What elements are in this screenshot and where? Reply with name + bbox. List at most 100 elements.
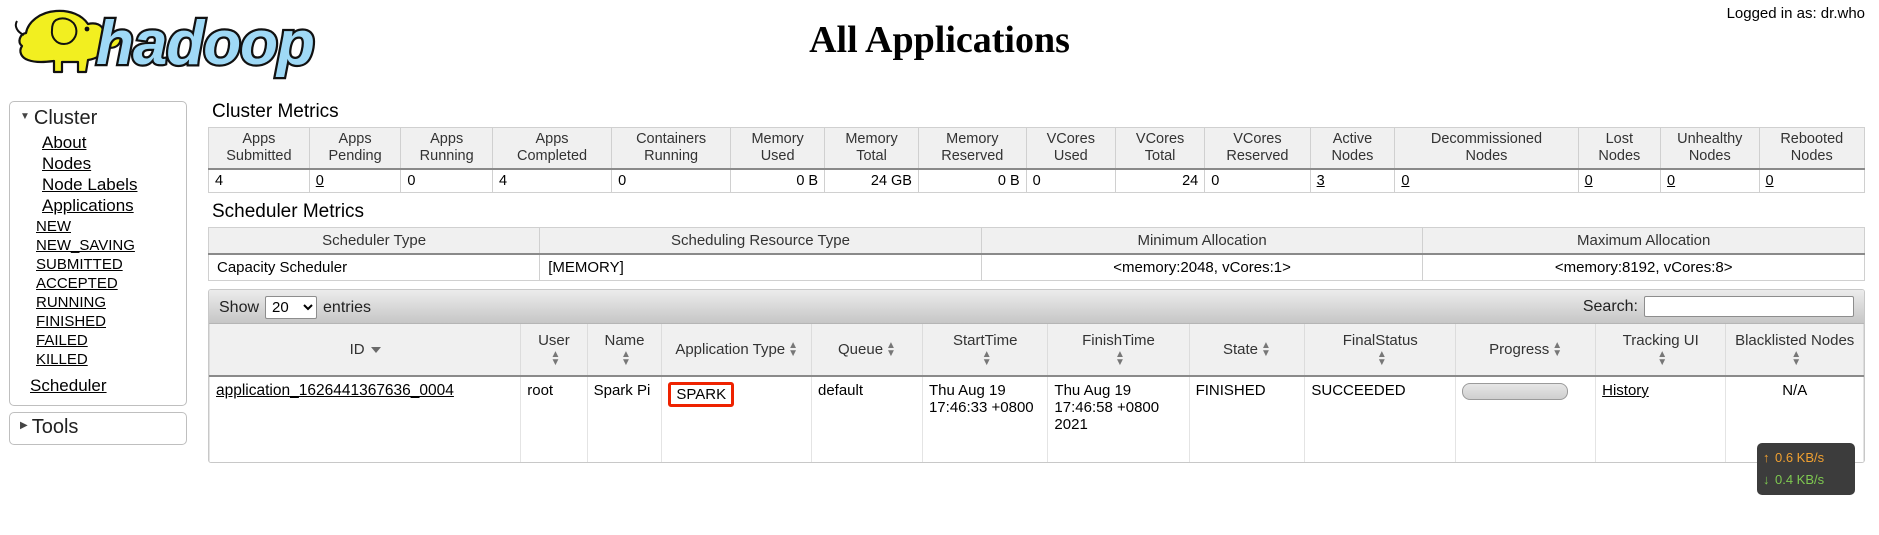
chevron-down-icon[interactable]: ▼ xyxy=(20,111,30,122)
col-lost-nodes[interactable]: Lost Nodes xyxy=(1577,127,1662,170)
sidebar-link-scheduler[interactable]: Scheduler xyxy=(30,376,107,395)
sort-both-icon[interactable]: ▲ ▼ xyxy=(1261,341,1271,359)
applications-table: ID User ▲ ▼ Name ▲ ▼ Application Type ▲ ▼ Queu xyxy=(209,324,1864,462)
sidebar-tools-header[interactable]: ▶ Tools xyxy=(10,415,186,442)
th-blacklisted-nodes[interactable]: Blacklisted Nodes ▲ ▼ xyxy=(1725,324,1864,377)
sort-both-icon[interactable]: ▲ ▼ xyxy=(1377,349,1387,367)
chevron-right-icon[interactable]: ▶ xyxy=(20,420,28,431)
sidebar-link-node-labels[interactable]: Node Labels xyxy=(42,175,137,194)
val-unhealthy-nodes[interactable]: 0 xyxy=(1660,168,1760,193)
sidebar-link-failed[interactable]: FAILED xyxy=(36,332,88,349)
col-containers-running[interactable]: Containers Running xyxy=(611,127,732,170)
search-input[interactable] xyxy=(1644,296,1854,317)
sidebar-item-node-labels[interactable]: Node Labels xyxy=(42,175,186,196)
sidebar-item-new-saving[interactable]: NEW_SAVING xyxy=(36,236,186,255)
sidebar-item-applications[interactable]: Applications xyxy=(42,196,186,217)
col-l2: Total xyxy=(1144,148,1176,164)
val-apps-submitted: 4 xyxy=(208,168,310,193)
col-memory-total[interactable]: Memory Total xyxy=(824,127,919,170)
sidebar-link-submitted[interactable]: SUBMITTED xyxy=(36,256,123,273)
th-progress[interactable]: Progress ▲ ▼ xyxy=(1455,324,1597,377)
val-lost-nodes[interactable]: 0 xyxy=(1577,168,1662,193)
th-id[interactable]: ID xyxy=(209,324,522,377)
sidebar-link-applications[interactable]: Applications xyxy=(42,196,134,215)
sidebar-item-scheduler[interactable]: Scheduler xyxy=(30,376,186,397)
tracking-ui-history-link[interactable]: History xyxy=(1602,382,1649,399)
sidebar-item-killed[interactable]: KILLED xyxy=(36,350,186,369)
sort-both-icon[interactable]: ▲ ▼ xyxy=(886,341,896,359)
col-vcores-total[interactable]: VCores Total xyxy=(1114,127,1206,170)
sort-both-icon[interactable]: ▲ ▼ xyxy=(1791,349,1801,367)
col-l1: Lost xyxy=(1605,131,1634,147)
network-speed-widget[interactable]: ↑ 0.6 KB/s ↓ 0.4 KB/s xyxy=(1757,443,1855,495)
val-decommissioned-nodes-link[interactable]: 0 xyxy=(1401,173,1409,189)
sidebar-item-failed[interactable]: FAILED xyxy=(36,331,186,350)
cell-id[interactable]: application_1626441367636_0004 xyxy=(209,376,522,462)
sidebar-item-submitted[interactable]: SUBMITTED xyxy=(36,255,186,274)
col-memory-used[interactable]: Memory Used xyxy=(730,127,826,170)
col-decommissioned-nodes[interactable]: Decommissioned Nodes xyxy=(1394,127,1579,170)
col-l1: Decommissioned xyxy=(1430,131,1543,147)
search-label: Search: xyxy=(1582,297,1638,315)
sidebar-item-running[interactable]: RUNNING xyxy=(36,293,186,312)
sort-both-icon[interactable]: ▲ ▼ xyxy=(1115,349,1125,367)
val-apps-pending-link[interactable]: 0 xyxy=(316,173,324,189)
sort-both-icon[interactable]: ▲ ▼ xyxy=(621,349,631,367)
col-apps-completed[interactable]: Apps Completed xyxy=(491,127,613,170)
sidebar-item-about[interactable]: About xyxy=(42,133,186,154)
sidebar-link-about[interactable]: About xyxy=(42,133,86,152)
val-decommissioned-nodes[interactable]: 0 xyxy=(1394,168,1579,193)
val-rebooted-nodes-link[interactable]: 0 xyxy=(1766,173,1774,189)
th-final-status[interactable]: FinalStatus ▲ ▼ xyxy=(1304,324,1457,377)
sidebar-cluster-header[interactable]: ▼ Cluster xyxy=(10,106,186,133)
sidebar-link-nodes[interactable]: Nodes xyxy=(42,154,91,173)
application-id-link[interactable]: application_1626441367636_0004 xyxy=(216,382,454,399)
cell-tracking-ui[interactable]: History xyxy=(1595,376,1727,462)
col-active-nodes[interactable]: Active Nodes xyxy=(1309,127,1396,170)
col-apps-submitted[interactable]: Apps Submitted xyxy=(208,127,310,170)
network-upload-row: ↑ 0.6 KB/s xyxy=(1763,447,1849,469)
val-apps-running: 0 xyxy=(400,168,493,193)
col-unhealthy-nodes[interactable]: Unhealthy Nodes xyxy=(1660,127,1760,170)
sort-both-icon[interactable]: ▲ ▼ xyxy=(982,349,992,367)
col-l1: Active xyxy=(1332,131,1373,147)
sidebar-item-new[interactable]: NEW xyxy=(36,217,186,236)
col-vcores-reserved[interactable]: VCores Reserved xyxy=(1204,127,1311,170)
col-scheduler-type: Scheduler Type xyxy=(207,227,541,255)
col-rebooted-nodes[interactable]: Rebooted Nodes xyxy=(1758,127,1866,170)
th-start-time[interactable]: StartTime ▲ ▼ xyxy=(921,324,1049,377)
col-vcores-used[interactable]: VCores Used xyxy=(1025,127,1116,170)
sidebar-item-finished[interactable]: FINISHED xyxy=(36,312,186,331)
sidebar-item-nodes[interactable]: Nodes xyxy=(42,154,186,175)
sort-both-icon[interactable]: ▲ ▼ xyxy=(550,349,560,367)
sidebar-link-running[interactable]: RUNNING xyxy=(36,294,106,311)
table-row[interactable]: application_1626441367636_0004 root Spar… xyxy=(209,376,1864,462)
entries-per-page-select[interactable]: 20 40 60 80 100 xyxy=(265,296,318,319)
col-apps-running[interactable]: Apps Running xyxy=(400,127,493,170)
col-memory-reserved[interactable]: Memory Reserved xyxy=(917,127,1027,170)
sidebar-item-accepted[interactable]: ACCEPTED xyxy=(36,274,186,293)
sidebar-link-new-saving[interactable]: NEW_SAVING xyxy=(36,237,135,254)
val-active-nodes[interactable]: 3 xyxy=(1309,168,1396,193)
sidebar-link-killed[interactable]: KILLED xyxy=(36,351,88,368)
val-active-nodes-link[interactable]: 3 xyxy=(1317,173,1325,189)
th-finish-time[interactable]: FinishTime ▲ ▼ xyxy=(1047,324,1190,377)
sidebar-link-new[interactable]: NEW xyxy=(36,218,71,235)
val-apps-pending[interactable]: 0 xyxy=(308,168,402,193)
sort-descending-icon[interactable] xyxy=(370,347,381,354)
val-lost-nodes-link[interactable]: 0 xyxy=(1585,173,1593,189)
th-state[interactable]: State ▲ ▼ xyxy=(1188,324,1306,377)
th-user[interactable]: User ▲ ▼ xyxy=(520,324,588,377)
val-unhealthy-nodes-link[interactable]: 0 xyxy=(1667,173,1675,189)
sort-both-icon[interactable]: ▲ ▼ xyxy=(1552,341,1562,359)
sort-both-icon[interactable]: ▲ ▼ xyxy=(1657,349,1667,367)
sidebar-link-finished[interactable]: FINISHED xyxy=(36,313,106,330)
col-apps-pending[interactable]: Apps Pending xyxy=(308,127,402,170)
sort-both-icon[interactable]: ▲ ▼ xyxy=(788,341,798,359)
th-name[interactable]: Name ▲ ▼ xyxy=(586,324,663,377)
th-application-type[interactable]: Application Type ▲ ▼ xyxy=(661,324,812,377)
th-queue[interactable]: Queue ▲ ▼ xyxy=(810,324,923,377)
sidebar-link-accepted[interactable]: ACCEPTED xyxy=(36,275,118,292)
th-tracking-ui[interactable]: Tracking UI ▲ ▼ xyxy=(1595,324,1727,377)
val-rebooted-nodes[interactable]: 0 xyxy=(1758,168,1866,193)
